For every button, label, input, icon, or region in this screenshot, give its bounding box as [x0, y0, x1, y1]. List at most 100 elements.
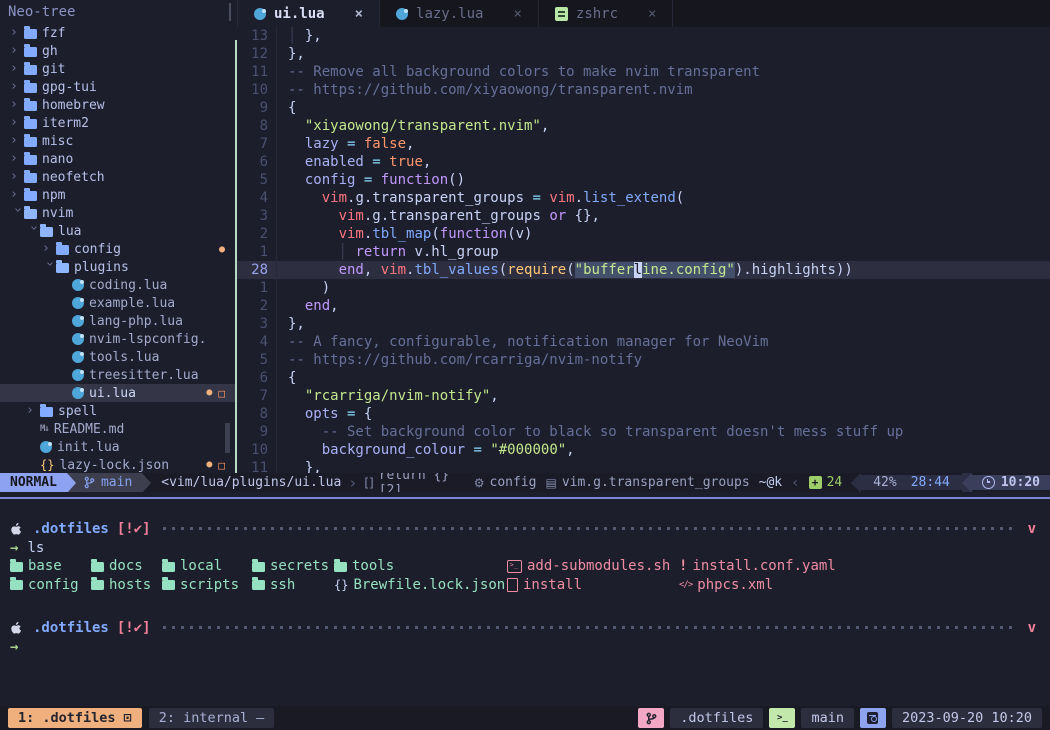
tmux-window-1[interactable]: 1: .dotfiles ⊡: [8, 708, 142, 728]
tree-item-nvim[interactable]: ›nvim: [0, 204, 237, 222]
code-token: },: [288, 460, 322, 473]
close-icon[interactable]: ×: [648, 6, 656, 22]
code-line[interactable]: 11-- Remove all background colors to mak…: [237, 63, 1050, 81]
code-line[interactable]: 8 opts = {: [237, 405, 1050, 423]
chevron-right-icon[interactable]: ›: [10, 44, 24, 58]
tree-item-lazy-lock-json[interactable]: {}lazy-lock.json●□: [0, 456, 237, 473]
chevron-right-icon[interactable]: ›: [10, 188, 24, 202]
code-line[interactable]: 9 -- Set background color to black so tr…: [237, 423, 1050, 441]
code-line[interactable]: 7 "rcarriga/nvim-notify",: [237, 387, 1050, 405]
chevron-right-icon[interactable]: ›: [10, 152, 24, 166]
breadcrumb-scope[interactable]: [] return {} [2]: [364, 473, 464, 492]
code-area[interactable]: 13│ },12},11-- Remove all background col…: [237, 27, 1050, 473]
tree-item-gpg-tui[interactable]: ›gpg-tui: [0, 78, 237, 96]
close-icon[interactable]: ×: [513, 6, 521, 22]
code-line[interactable]: 10 background_colour = "#000000",: [237, 441, 1050, 459]
code-line[interactable]: 3 vim.g.transparent_groups or {},: [237, 207, 1050, 225]
code-line[interactable]: 28 end, vim.tbl_values(require("bufferli…: [237, 261, 1050, 279]
code-line[interactable]: 4-- A fancy, configurable, notification …: [237, 333, 1050, 351]
breadcrumb-field-variable[interactable]: ▤ vim.g.transparent_groups: [545, 473, 749, 492]
code-line[interactable]: 11 },: [237, 459, 1050, 473]
tree-item-homebrew[interactable]: ›homebrew: [0, 96, 237, 114]
chevron-down-icon[interactable]: ›: [26, 224, 40, 238]
tree-item-config[interactable]: ›config●: [0, 240, 237, 258]
tree-item-misc[interactable]: › misc: [0, 132, 237, 150]
code-line[interactable]: 8 "xiyaowong/transparent.nvim",: [237, 117, 1050, 135]
code-token: =: [339, 406, 364, 422]
code-line[interactable]: 4 vim.g.transparent_groups = vim.list_ex…: [237, 189, 1050, 207]
shell-pane[interactable]: .dotfiles [!✔] v → ls basedocslocalsecre…: [0, 499, 1050, 726]
tree-item-label: coding.lua: [89, 278, 167, 293]
tab-lazy-lua[interactable]: lazy.lua ×: [380, 0, 539, 27]
tree-item-nano[interactable]: ›nano: [0, 150, 237, 168]
tree-item-tools-lua[interactable]: tools.lua: [0, 348, 237, 366]
chevron-right-icon[interactable]: ›: [26, 404, 40, 418]
tree-item-ui-lua[interactable]: ui.lua●□: [0, 384, 237, 402]
code-line-text: lazy = false,: [276, 135, 414, 153]
tree-item-gh[interactable]: ›gh: [0, 42, 237, 60]
chevron-right-icon[interactable]: ›: [42, 242, 56, 256]
chevron-right-icon[interactable]: ›: [10, 98, 24, 112]
chevron-right-icon[interactable]: ›: [10, 80, 24, 94]
lua-icon: [72, 333, 84, 345]
code-line[interactable]: 6{: [237, 369, 1050, 387]
code-token: (: [676, 190, 684, 206]
code-line[interactable]: 5-- https://github.com/rcarriga/nvim-not…: [237, 351, 1050, 369]
tree-item-fzf[interactable]: ›fzf: [0, 24, 237, 42]
tree-item-nvim-lspconfig-[interactable]: nvim-lspconfig.: [0, 330, 237, 348]
code-token: (: [499, 262, 507, 278]
chevron-right-icon[interactable]: ›: [10, 62, 24, 76]
tree-item-treesitter-lua[interactable]: treesitter.lua: [0, 366, 237, 384]
code-line-text: config = function(): [276, 171, 465, 189]
tree-item-npm[interactable]: ›npm: [0, 186, 237, 204]
tab-zshrc[interactable]: zshrc ×: [539, 0, 674, 27]
code-line[interactable]: 1 │ return v.hl_group: [237, 243, 1050, 261]
git-branch-icon: [646, 712, 657, 725]
chevron-right-icon[interactable]: ›: [10, 116, 24, 130]
tree-item-git[interactable]: ›git: [0, 60, 237, 78]
tree-item-spell[interactable]: ›spell: [0, 402, 237, 420]
command-line-empty[interactable]: →: [10, 637, 1040, 656]
tree-item-lua[interactable]: ›lua: [0, 222, 237, 240]
code-line[interactable]: 13│ },: [237, 27, 1050, 45]
code-token: -- https://github.com/xiyaowong/transpar…: [288, 82, 693, 98]
chevron-right-icon[interactable]: ›: [10, 170, 24, 184]
clock-icon: [982, 476, 995, 489]
breadcrumb-field-config[interactable]: ⚙ config: [474, 473, 537, 492]
folder-icon: [252, 562, 265, 572]
sidebar-scrollbar-thumb[interactable]: [229, 3, 231, 21]
tree-item-badges: ●: [219, 244, 225, 255]
tree-item-lang-php-lua[interactable]: lang-php.lua: [0, 312, 237, 330]
code-line[interactable]: 5 config = function(): [237, 171, 1050, 189]
code-token: highlights: [752, 262, 836, 278]
code-line[interactable]: 2 end,: [237, 297, 1050, 315]
tree-item-label: misc: [42, 134, 73, 149]
code-line[interactable]: 10-- https://github.com/xiyaowong/transp…: [237, 81, 1050, 99]
tree-item-coding-lua[interactable]: coding.lua: [0, 276, 237, 294]
tree-item-neofetch[interactable]: › neofetch: [0, 168, 237, 186]
tree-item-plugins[interactable]: ›plugins: [0, 258, 237, 276]
code-line[interactable]: 6 enabled = true,: [237, 153, 1050, 171]
tree-item-init-lua[interactable]: init.lua: [0, 438, 237, 456]
git-branch-segment[interactable]: main: [76, 473, 142, 492]
close-icon[interactable]: ×: [355, 6, 363, 22]
code-line-text: -- https://github.com/xiyaowong/transpar…: [276, 81, 693, 99]
code-line[interactable]: 2 vim.tbl_map(function(v): [237, 225, 1050, 243]
chevron-right-icon[interactable]: ›: [10, 134, 24, 148]
tree-item-label: neofetch: [42, 170, 105, 185]
code-line[interactable]: 7 lazy = false,: [237, 135, 1050, 153]
tree-item-example-lua[interactable]: example.lua: [0, 294, 237, 312]
code-line[interactable]: 9{: [237, 99, 1050, 117]
tab-ui-lua[interactable]: ui.lua ×: [238, 0, 380, 27]
code-line[interactable]: 3},: [237, 315, 1050, 333]
sidebar-scrollbar-thumb[interactable]: [225, 423, 230, 453]
tmux-window-2[interactable]: 2: internal –: [149, 708, 275, 728]
tree-item-iterm2[interactable]: ›iterm2: [0, 114, 237, 132]
chevron-down-icon[interactable]: ›: [42, 260, 56, 274]
tree-item-readme-md[interactable]: M↓README.md: [0, 420, 237, 438]
window-separator[interactable]: [235, 40, 237, 473]
code-line[interactable]: 1 ): [237, 279, 1050, 297]
chevron-right-icon[interactable]: ›: [10, 26, 24, 40]
chevron-down-icon[interactable]: ›: [10, 206, 24, 220]
code-line[interactable]: 12},: [237, 45, 1050, 63]
